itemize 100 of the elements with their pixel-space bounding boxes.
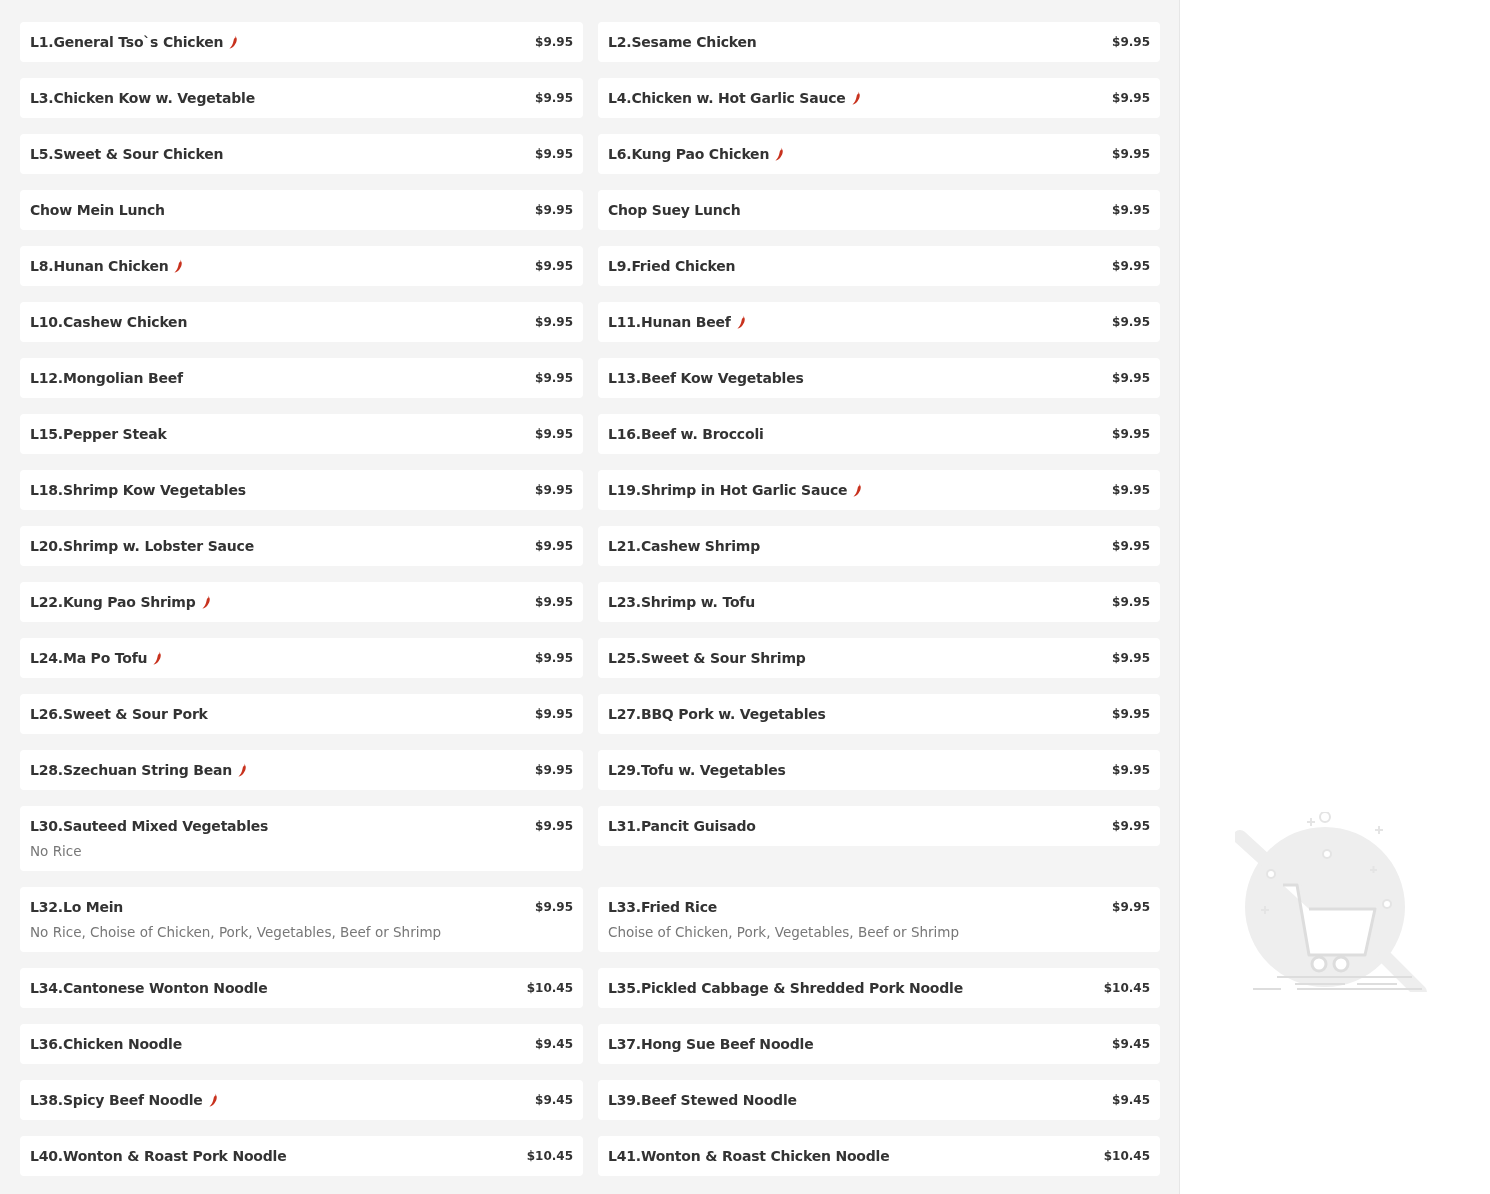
dish-price: $9.95 bbox=[1112, 315, 1150, 329]
dish-description: No Rice, Choise of Chicken, Pork, Vegetables, Beef or Shrimp bbox=[30, 923, 443, 942]
menu-item-card[interactable]: Chop Suey Lunch $9.95 bbox=[598, 190, 1160, 230]
menu-item-card[interactable]: L4.Chicken w. Hot Garlic Sauce $9.95 bbox=[598, 78, 1160, 118]
menu-item-card[interactable]: L1.General Tso`s Chicken $9.95 bbox=[20, 22, 583, 62]
dish-name: L36.Chicken Noodle bbox=[30, 1036, 182, 1052]
menu-item-card[interactable]: L27.BBQ Pork w. Vegetables $9.95 bbox=[598, 694, 1160, 734]
dish-price: $9.95 bbox=[535, 259, 573, 273]
menu-item-card[interactable]: L6.Kung Pao Chicken $9.95 bbox=[598, 134, 1160, 174]
menu-item-card[interactable]: L20.Shrimp w. Lobster Sauce $9.95 bbox=[20, 526, 583, 566]
dish-price: $10.45 bbox=[1103, 1149, 1150, 1163]
dish-name: L15.Pepper Steak bbox=[30, 426, 167, 442]
menu-item-card[interactable]: L26.Sweet & Sour Pork $9.95 bbox=[20, 694, 583, 734]
dish-name: L29.Tofu w. Vegetables bbox=[608, 762, 786, 778]
dish-name: L39.Beef Stewed Noodle bbox=[608, 1092, 797, 1108]
dish-price: $9.95 bbox=[1112, 900, 1150, 914]
dish-name: L1.General Tso`s Chicken bbox=[30, 34, 224, 50]
menu-item-card[interactable]: L16.Beef w. Broccoli $9.95 bbox=[598, 414, 1160, 454]
menu-item-card[interactable]: Chow Mein Lunch $9.95 bbox=[20, 190, 583, 230]
dish-name: L30.Sauteed Mixed Vegetables bbox=[30, 818, 269, 834]
dish-name: L31.Pancit Guisado bbox=[608, 818, 756, 834]
dish-name: L40.Wonton & Roast Pork Noodle bbox=[30, 1148, 287, 1164]
dish-name: L19.Shrimp in Hot Garlic Sauce bbox=[608, 482, 848, 498]
dish-price: $9.95 bbox=[1112, 763, 1150, 777]
dish-price: $9.95 bbox=[1112, 483, 1150, 497]
menu-item-card[interactable]: L30.Sauteed Mixed Vegetables $9.95 No Rice bbox=[20, 806, 583, 871]
menu-item-card[interactable]: L3.Chicken Kow w. Vegetable $9.95 bbox=[20, 78, 583, 118]
dish-name: L10.Cashew Chicken bbox=[30, 314, 188, 330]
dish-description: Choise of Chicken, Pork, Vegetables, Beef or Shrimp bbox=[608, 923, 961, 942]
dish-price: $9.95 bbox=[535, 707, 573, 721]
dish-price: $9.95 bbox=[1112, 203, 1150, 217]
menu-item-card[interactable]: L35.Pickled Cabbage & Shredded Pork Noodle $10.45 bbox=[598, 968, 1160, 1008]
menu-item-card[interactable]: L18.Shrimp Kow Vegetables $9.95 bbox=[20, 470, 583, 510]
dish-price: $9.95 bbox=[535, 147, 573, 161]
menu-item-card[interactable]: L41.Wonton & Roast Chicken Noodle $10.45 bbox=[598, 1136, 1160, 1176]
dish-price: $9.95 bbox=[1112, 427, 1150, 441]
menu-item-card[interactable]: L15.Pepper Steak $9.95 bbox=[20, 414, 583, 454]
dish-price: $9.95 bbox=[535, 315, 573, 329]
menu-item-card[interactable]: L37.Hong Sue Beef Noodle $9.45 bbox=[598, 1024, 1160, 1064]
dish-name: L37.Hong Sue Beef Noodle bbox=[608, 1036, 814, 1052]
dish-price: $9.95 bbox=[535, 35, 573, 49]
menu-item-card[interactable]: L13.Beef Kow Vegetables $9.95 bbox=[598, 358, 1160, 398]
dish-name: L34.Cantonese Wonton Noodle bbox=[30, 980, 268, 996]
dish-price: $9.95 bbox=[535, 91, 573, 105]
dish-price: $9.95 bbox=[535, 651, 573, 665]
menu-item-card[interactable]: L19.Shrimp in Hot Garlic Sauce $9.95 bbox=[598, 470, 1160, 510]
menu-item-card[interactable]: L31.Pancit Guisado $9.95 bbox=[598, 806, 1160, 846]
menu-item-card[interactable]: L8.Hunan Chicken $9.95 bbox=[20, 246, 583, 286]
menu-item-card[interactable]: L25.Sweet & Sour Shrimp $9.95 bbox=[598, 638, 1160, 678]
dish-name: L21.Cashew Shrimp bbox=[608, 538, 760, 554]
dish-price: $9.95 bbox=[535, 763, 573, 777]
dish-price: $9.95 bbox=[1112, 35, 1150, 49]
menu-item-card[interactable]: L5.Sweet & Sour Chicken $9.95 bbox=[20, 134, 583, 174]
menu-item-card[interactable]: L2.Sesame Chicken $9.95 bbox=[598, 22, 1160, 62]
dish-name: L8.Hunan Chicken bbox=[30, 258, 169, 274]
menu-item-card[interactable]: L11.Hunan Beef $9.95 bbox=[598, 302, 1160, 342]
dish-name: Chop Suey Lunch bbox=[608, 202, 741, 218]
menu-item-card[interactable]: L9.Fried Chicken $9.95 bbox=[598, 246, 1160, 286]
dish-name: L13.Beef Kow Vegetables bbox=[608, 370, 804, 386]
dish-price: $9.95 bbox=[535, 539, 573, 553]
menu-item-card[interactable]: L28.Szechuan String Bean $9.95 bbox=[20, 750, 583, 790]
menu-item-card[interactable]: L10.Cashew Chicken $9.95 bbox=[20, 302, 583, 342]
dish-price: $9.95 bbox=[1112, 819, 1150, 833]
dish-price: $9.45 bbox=[535, 1037, 573, 1051]
dish-price: $9.95 bbox=[1112, 595, 1150, 609]
dish-price: $9.95 bbox=[535, 371, 573, 385]
dish-price: $10.45 bbox=[526, 1149, 573, 1163]
menu-item-card[interactable]: L21.Cashew Shrimp $9.95 bbox=[598, 526, 1160, 566]
dish-price: $9.45 bbox=[1112, 1093, 1150, 1107]
dish-name: L3.Chicken Kow w. Vegetable bbox=[30, 90, 255, 106]
dish-name: L24.Ma Po Tofu bbox=[30, 650, 148, 666]
menu-item-card[interactable]: L33.Fried Rice $9.95 Choise of Chicken, Pork, Vegetables, Beef or Shrimp bbox=[598, 887, 1160, 952]
menu-item-card[interactable]: L38.Spicy Beef Noodle $9.45 bbox=[20, 1080, 583, 1120]
menu-item-card[interactable]: L12.Mongolian Beef $9.95 bbox=[20, 358, 583, 398]
dish-name: L11.Hunan Beef bbox=[608, 314, 731, 330]
menu-item-card[interactable]: L34.Cantonese Wonton Noodle $10.45 bbox=[20, 968, 583, 1008]
dish-name: L18.Shrimp Kow Vegetables bbox=[30, 482, 246, 498]
dish-price: $9.95 bbox=[1112, 539, 1150, 553]
menu-item-card[interactable]: L24.Ma Po Tofu $9.95 bbox=[20, 638, 583, 678]
dish-name: L32.Lo Mein bbox=[30, 899, 124, 915]
dish-name: L4.Chicken w. Hot Garlic Sauce bbox=[608, 90, 846, 106]
dish-price: $9.95 bbox=[535, 203, 573, 217]
dish-name: L35.Pickled Cabbage & Shredded Pork Noodle bbox=[608, 980, 963, 996]
menu-item-card[interactable]: L40.Wonton & Roast Pork Noodle $10.45 bbox=[20, 1136, 583, 1176]
dish-price: $9.95 bbox=[1112, 259, 1150, 273]
dish-name: L16.Beef w. Broccoli bbox=[608, 426, 764, 442]
dish-description: No Rice bbox=[30, 842, 83, 861]
dish-price: $9.95 bbox=[535, 483, 573, 497]
menu-item-card[interactable]: L32.Lo Mein $9.95 No Rice, Choise of Chicken, Pork, Vegetables, Beef or Shrimp bbox=[20, 887, 583, 952]
dish-name: L33.Fried Rice bbox=[608, 899, 718, 915]
menu-item-card[interactable]: L22.Kung Pao Shrimp $9.95 bbox=[20, 582, 583, 622]
menu-item-card[interactable]: L36.Chicken Noodle $9.45 bbox=[20, 1024, 583, 1064]
menu-item-card[interactable]: L23.Shrimp w. Tofu $9.95 bbox=[598, 582, 1160, 622]
dish-price: $9.95 bbox=[1112, 651, 1150, 665]
dish-price: $9.45 bbox=[1112, 1037, 1150, 1051]
dish-name: L12.Mongolian Beef bbox=[30, 370, 183, 386]
menu-item-card[interactable]: L29.Tofu w. Vegetables $9.95 bbox=[598, 750, 1160, 790]
dish-price: $9.95 bbox=[1112, 147, 1150, 161]
dish-name: L2.Sesame Chicken bbox=[608, 34, 757, 50]
menu-item-card[interactable]: L39.Beef Stewed Noodle $9.45 bbox=[598, 1080, 1160, 1120]
